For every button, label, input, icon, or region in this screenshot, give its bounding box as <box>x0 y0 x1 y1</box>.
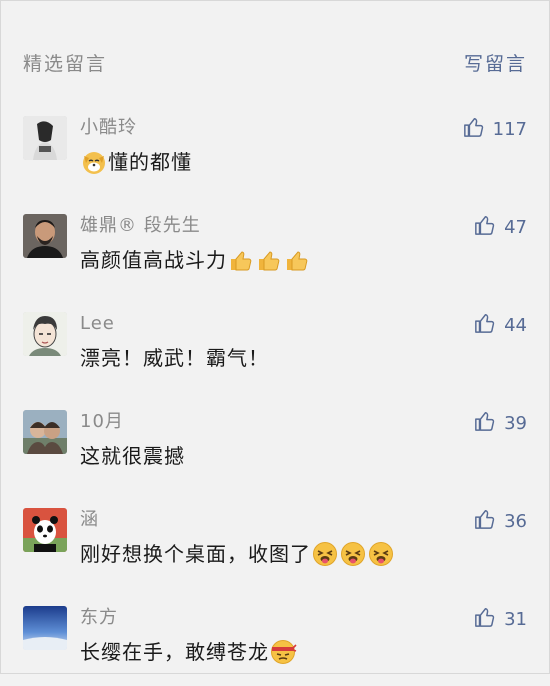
comment-item: 小酷玲 懂的都懂 117 <box>23 116 527 196</box>
thumbs-up-icon <box>474 214 504 240</box>
commenter-name: 小酷玲 <box>80 117 137 138</box>
comment-item: 雄鼎® 段先生 高颜值高战斗力 47 <box>23 214 527 294</box>
write-comment-button[interactable]: 写留言 <box>464 49 527 76</box>
avatar[interactable] <box>23 312 67 356</box>
avatar[interactable] <box>23 606 67 650</box>
tongue-wink-emoji-icon <box>339 540 367 568</box>
comment-body: 刚好想换个桌面，收图了 <box>80 542 311 566</box>
tongue-wink-emoji-icon <box>311 540 339 568</box>
comment-body: 漂亮！威武！霸气！ <box>80 346 269 370</box>
comment-item: Lee 漂亮！威武！霸气！ 44 <box>23 312 527 392</box>
thumbs-up-icon <box>474 312 504 338</box>
comment-text: 刚好想换个桌面，收图了 <box>80 539 395 569</box>
dog-emoji-icon <box>80 148 108 176</box>
commenter-name: 10月 <box>80 411 124 432</box>
avatar[interactable] <box>23 508 67 552</box>
comment-text: 懂的都懂 <box>80 147 192 177</box>
thumbs-up-icon <box>474 606 504 632</box>
like-button[interactable]: 39 <box>474 410 527 436</box>
comment-text: 长缨在手，敢缚苍龙 <box>80 637 297 667</box>
like-count: 31 <box>504 608 527 630</box>
ninja-emoji-icon <box>269 638 297 666</box>
featured-comments-title: 精选留言 <box>23 52 108 75</box>
like-count: 117 <box>492 118 527 140</box>
commenter-name: 雄鼎® 段先生 <box>80 215 201 236</box>
comment-item: 涵 刚好想换个桌面，收图了 36 <box>23 508 527 588</box>
like-count: 47 <box>504 216 527 238</box>
tongue-wink-emoji-icon <box>367 540 395 568</box>
thumbs-up-icon <box>474 508 504 534</box>
avatar[interactable] <box>23 410 67 454</box>
comment-body: 高颜值高战斗力 <box>80 248 227 272</box>
comment-body: 这就很震撼 <box>80 444 185 468</box>
like-button[interactable]: 31 <box>474 606 527 632</box>
thumbs-up-emoji-icon <box>283 246 311 274</box>
comment-text: 高颜值高战斗力 <box>80 245 311 275</box>
comment-item: 东方 长缨在手，敢缚苍龙 31 <box>23 606 527 686</box>
thumbs-up-emoji-icon <box>255 246 283 274</box>
commenter-name: 东方 <box>80 607 118 628</box>
comment-text: 这就很震撼 <box>80 441 185 471</box>
thumbs-up-icon <box>474 410 504 436</box>
like-button[interactable]: 44 <box>474 312 527 338</box>
thumbs-up-emoji-icon <box>227 246 255 274</box>
thumbs-up-icon <box>463 116 493 142</box>
like-button[interactable]: 47 <box>474 214 527 240</box>
like-count: 36 <box>504 510 527 532</box>
comment-item: 10月 这就很震撼 39 <box>23 410 527 490</box>
like-count: 44 <box>504 314 527 336</box>
avatar[interactable] <box>23 214 67 258</box>
comment-body: 懂的都懂 <box>108 150 192 174</box>
comments-panel: 精选留言 写留言 小酷玲 懂的都懂 117 雄鼎® 段先生 高颜值高战斗力 47… <box>0 0 550 674</box>
like-button[interactable]: 117 <box>463 116 527 142</box>
like-button[interactable]: 36 <box>474 508 527 534</box>
commenter-name: 涵 <box>80 509 99 530</box>
comments-header: 精选留言 写留言 <box>23 47 527 77</box>
comment-body: 长缨在手，敢缚苍龙 <box>80 640 269 664</box>
avatar[interactable] <box>23 116 67 160</box>
like-count: 39 <box>504 412 527 434</box>
comment-text: 漂亮！威武！霸气！ <box>80 343 269 373</box>
commenter-name: Lee <box>80 313 115 334</box>
